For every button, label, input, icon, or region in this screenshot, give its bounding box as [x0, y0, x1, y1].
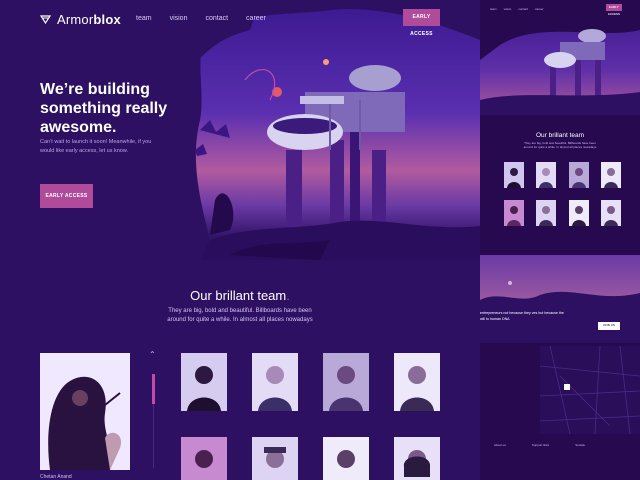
header-early-access-button[interactable]: EARLY ACCESS: [403, 9, 440, 37]
preview-nav-team[interactable]: team: [490, 7, 497, 11]
nav-item-team[interactable]: team: [136, 15, 152, 22]
preview-nav: team vision contact career: [490, 7, 544, 11]
team-member-portrait[interactable]: [323, 353, 369, 411]
preview-portrait[interactable]: [569, 200, 589, 226]
preview-map[interactable]: [540, 346, 640, 434]
team-member-portrait[interactable]: [323, 437, 369, 480]
brand-name: Armorblox: [57, 12, 121, 27]
preview-portrait[interactable]: [569, 162, 589, 188]
preview-nav-vision[interactable]: vision: [504, 7, 512, 11]
preview-portrait[interactable]: [601, 162, 621, 188]
preview-portrait[interactable]: [504, 162, 524, 188]
preview-team-description: They are big, bold and beautiful. Billbo…: [523, 141, 597, 149]
hero-early-access-button[interactable]: EARLY ACCESS: [40, 184, 93, 208]
shield-logo-icon: [40, 15, 51, 24]
team-member-portrait[interactable]: [181, 353, 227, 411]
team-section-title: Our brillant team.: [190, 288, 290, 303]
footer-about-heading[interactable]: About us: [494, 443, 506, 447]
team-member-portrait[interactable]: [181, 437, 227, 480]
map-icon: [540, 346, 640, 434]
featured-member-name: Chetan Anand: [40, 474, 72, 480]
preview-team-title: Our brillant team: [535, 132, 585, 139]
footer-support-heading[interactable]: Support links: [532, 443, 549, 447]
preview-footer: About us Support links Socials: [494, 443, 585, 447]
preview-early-access-button[interactable]: EARLY ACCESS: [606, 4, 622, 16]
chevron-up-icon[interactable]: ⌃: [149, 350, 156, 359]
preview-nav-contact[interactable]: contact: [518, 7, 528, 11]
preview-portrait[interactable]: [536, 200, 556, 226]
team-member-portrait[interactable]: [252, 353, 298, 411]
preview-portrait[interactable]: [536, 162, 556, 188]
featured-member-photo[interactable]: [40, 353, 130, 470]
preview-portrait[interactable]: [504, 200, 524, 226]
page-preview-panel: team vision contact career EARLY ACCESS …: [480, 0, 640, 480]
preview-join-button[interactable]: JOIN US: [598, 322, 620, 330]
footer-socials-heading[interactable]: Socials: [575, 443, 585, 447]
hero-headline: We’re building something really awesome.: [40, 81, 168, 136]
preview-mission-quote: entrepreneurs not because they ves but b…: [480, 311, 564, 321]
hero-subline: Can’t wait to launch it soon! Meanwhile,…: [40, 139, 152, 154]
nav-item-contact[interactable]: contact: [205, 15, 228, 22]
preview-nav-career[interactable]: career: [535, 7, 544, 11]
preview-portrait[interactable]: [601, 200, 621, 226]
brand-logo[interactable]: Armorblox: [40, 12, 121, 27]
nav-item-career[interactable]: career: [246, 15, 266, 22]
team-member-portrait[interactable]: [394, 353, 440, 411]
team-member-portrait[interactable]: [252, 437, 298, 480]
main-nav: team vision contact career: [136, 15, 266, 22]
landing-page: Armorblox team vision contact career EAR…: [0, 0, 480, 480]
nav-item-vision[interactable]: vision: [170, 15, 188, 22]
team-section-description: They are big, bold and beautiful. Billbo…: [167, 308, 313, 323]
team-member-portrait[interactable]: [394, 437, 440, 480]
featured-portrait-image: [40, 353, 130, 470]
team-scroll-thumb[interactable]: [152, 374, 155, 404]
